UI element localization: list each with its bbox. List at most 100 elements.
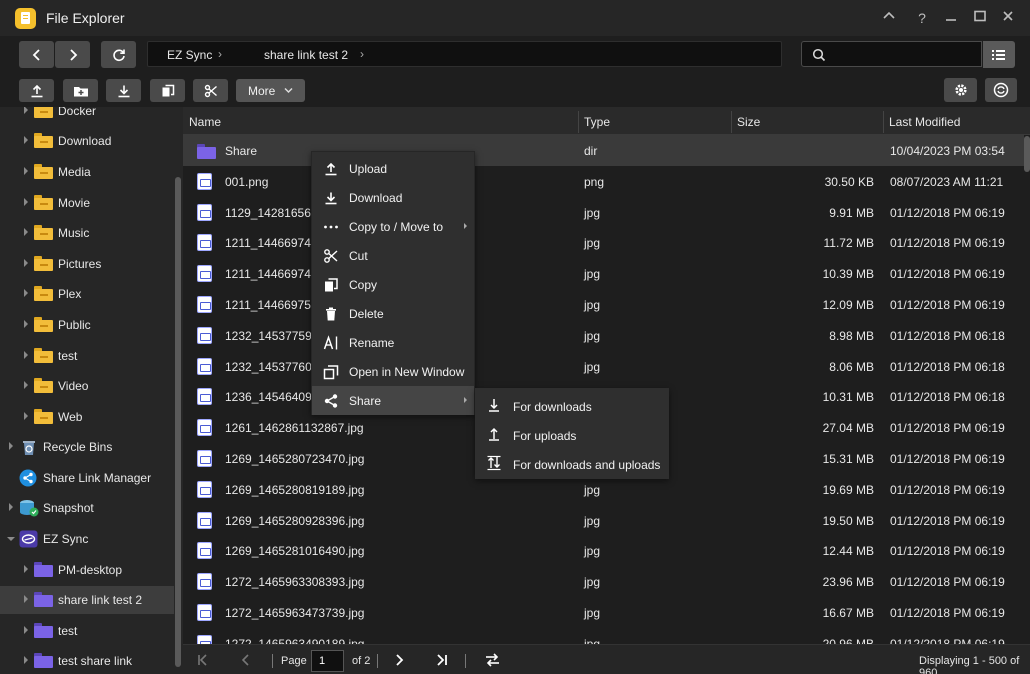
expand-arrow-icon[interactable] <box>24 351 28 359</box>
expand-arrow-icon[interactable] <box>24 565 28 573</box>
sidebar-item-share-link-test-2[interactable]: share link test 2 <box>0 586 174 614</box>
table-row[interactable]: 001.png png 30.50 KB 08/07/2023 AM 11:21 <box>183 166 1024 197</box>
expand-arrow-icon[interactable] <box>24 320 28 328</box>
expand-arrow-icon[interactable] <box>9 503 13 511</box>
expand-arrow-icon[interactable] <box>24 381 28 389</box>
table-row[interactable]: 1232_145377602 jpg 8.06 MB 01/12/2018 PM 06… <box>183 351 1024 382</box>
table-row[interactable]: 1211_144669755 jpg 12.09 MB 01/12/2018 PM 0… <box>183 289 1024 320</box>
sidebar-item-music[interactable]: Music <box>0 219 174 247</box>
expand-arrow-icon[interactable] <box>24 259 28 267</box>
previous-page-icon[interactable] <box>240 654 252 666</box>
column-divider[interactable] <box>731 111 732 133</box>
expand-arrow-icon[interactable] <box>24 412 28 420</box>
cell-type: dir <box>584 144 598 158</box>
submenu-item-for-downloads[interactable]: For downloads <box>475 390 669 419</box>
cut-button[interactable] <box>193 79 228 102</box>
copy-button[interactable] <box>150 79 185 102</box>
refresh-button[interactable] <box>101 41 136 68</box>
column-header-type[interactable]: Type <box>584 115 610 129</box>
menu-item-delete[interactable]: Delete <box>312 299 474 328</box>
sidebar-item-share-link-manager[interactable]: Share Link Manager <box>0 464 174 492</box>
settings-button[interactable] <box>944 78 977 102</box>
cell-size: 30.50 KB <box>824 174 874 189</box>
expand-arrow-icon[interactable] <box>24 167 28 175</box>
sidebar-item-ez-sync[interactable]: EZ Sync <box>0 525 174 553</box>
more-button[interactable]: More <box>236 79 305 102</box>
sidebar-item-test-share-link[interactable]: test share link <box>0 647 174 674</box>
column-header-size[interactable]: Size <box>737 115 760 129</box>
search-input[interactable] <box>801 41 982 67</box>
download-button[interactable] <box>106 79 141 102</box>
sidebar-item-snapshot[interactable]: Snapshot <box>0 494 174 522</box>
menu-item-copy[interactable]: Copy <box>312 270 474 299</box>
menu-item-cut[interactable]: Cut <box>312 241 474 270</box>
table-row[interactable]: 1269_1465280928396.jpg jpg 19.50 MB 01/12/2… <box>183 505 1024 536</box>
table-row[interactable]: 1232_145377596 jpg 8.98 MB 01/12/2018 PM 06… <box>183 320 1024 351</box>
collapse-arrow-icon[interactable] <box>7 537 15 541</box>
sidebar-item-plex[interactable]: Plex <box>0 280 174 308</box>
expand-arrow-icon[interactable] <box>24 289 28 297</box>
column-header-name[interactable]: Name <box>189 115 221 129</box>
expand-arrow-icon[interactable] <box>24 107 28 114</box>
first-page-icon[interactable] <box>197 654 209 666</box>
maximize-icon[interactable] <box>971 9 989 27</box>
sidebar-item-test[interactable]: test <box>0 342 174 370</box>
sidebar-item-movie[interactable]: Movie <box>0 189 174 217</box>
expand-arrow-icon[interactable] <box>24 595 28 603</box>
submenu-item-for-uploads[interactable]: For uploads <box>475 419 669 448</box>
help-icon[interactable]: ? <box>913 9 931 27</box>
column-header-last-modified[interactable]: Last Modified <box>889 115 960 129</box>
menu-item-copy-move[interactable]: Copy to / Move to <box>312 212 474 241</box>
expand-arrow-icon[interactable] <box>24 228 28 236</box>
expand-arrow-icon[interactable] <box>24 626 28 634</box>
breadcrumb-item-current[interactable]: share link test 2 <box>264 48 348 62</box>
submenu-item-for-downloads-and-uploads[interactable]: For downloads and uploads <box>475 448 669 477</box>
minimize-icon[interactable] <box>942 9 960 27</box>
breadcrumb-item-ez-sync[interactable]: EZ Sync <box>167 48 212 62</box>
sidebar-item-download[interactable]: Download <box>0 127 174 155</box>
menu-item-open-new-window[interactable]: Open in New Window <box>312 357 474 386</box>
expand-arrow-icon[interactable] <box>24 136 28 144</box>
collapse-icon[interactable] <box>880 9 898 27</box>
sidebar-item-test-ez[interactable]: test <box>0 617 174 645</box>
sidebar-scrollbar[interactable] <box>175 177 181 667</box>
menu-item-share[interactable]: Share <box>312 386 474 415</box>
sidebar-item-video[interactable]: Video <box>0 372 174 400</box>
new-folder-button[interactable] <box>63 79 98 102</box>
table-row[interactable]: 1272_1465963473739.jpg jpg 16.67 MB 01/12/2… <box>183 597 1024 628</box>
sidebar-item-pm-desktop[interactable]: PM-desktop <box>0 556 174 584</box>
forward-button[interactable] <box>55 41 90 68</box>
sync-button[interactable] <box>985 78 1017 102</box>
sidebar-item-pictures[interactable]: Pictures <box>0 250 174 278</box>
sidebar-item-recycle-bins[interactable]: Recycle Bins <box>0 433 174 461</box>
expand-arrow-icon[interactable] <box>24 656 28 664</box>
table-row[interactable]: 1272_1465963308393.jpg jpg 23.96 MB 01/12/2… <box>183 566 1024 597</box>
back-button[interactable] <box>19 41 54 68</box>
sidebar-item-media[interactable]: Media <box>0 158 174 186</box>
close-icon[interactable] <box>999 9 1017 27</box>
sidebar-item-web[interactable]: Web <box>0 403 174 431</box>
table-scrollbar[interactable] <box>1024 136 1030 172</box>
table-row[interactable]: 1269_1465281016490.jpg jpg 12.44 MB 01/12/2… <box>183 535 1024 566</box>
expand-arrow-icon[interactable] <box>24 198 28 206</box>
menu-item-upload[interactable]: Upload <box>312 154 474 183</box>
sidebar-item-public[interactable]: Public <box>0 311 174 339</box>
column-divider[interactable] <box>883 111 884 133</box>
table-row[interactable]: 1211_144669746 jpg 11.72 MB 01/12/2018 PM 0… <box>183 227 1024 258</box>
table-row[interactable]: 1129_142816564 jpg 9.91 MB 01/12/2018 PM 06… <box>183 197 1024 228</box>
purple-folder-icon <box>197 144 216 159</box>
view-mode-button[interactable] <box>983 41 1015 68</box>
table-row[interactable]: Share dir 10/04/2023 PM 03:54 <box>183 135 1024 166</box>
column-divider[interactable] <box>578 111 579 133</box>
menu-item-download[interactable]: Download <box>312 183 474 212</box>
last-page-icon[interactable] <box>436 654 448 666</box>
next-page-icon[interactable] <box>393 654 405 666</box>
page-number-input[interactable] <box>311 650 344 672</box>
upload-button[interactable] <box>19 79 54 102</box>
table-row[interactable]: 1272_1465963490189.jpg jpg 20.96 MB 01/12/2… <box>183 628 1024 644</box>
table-row[interactable]: 1211_144669748 jpg 10.39 MB 01/12/2018 PM 0… <box>183 258 1024 289</box>
menu-item-rename[interactable]: Rename <box>312 328 474 357</box>
sidebar-item-docker[interactable]: Docker <box>0 107 174 125</box>
expand-arrow-icon[interactable] <box>9 442 13 450</box>
reload-arrows-icon[interactable] <box>485 653 500 667</box>
